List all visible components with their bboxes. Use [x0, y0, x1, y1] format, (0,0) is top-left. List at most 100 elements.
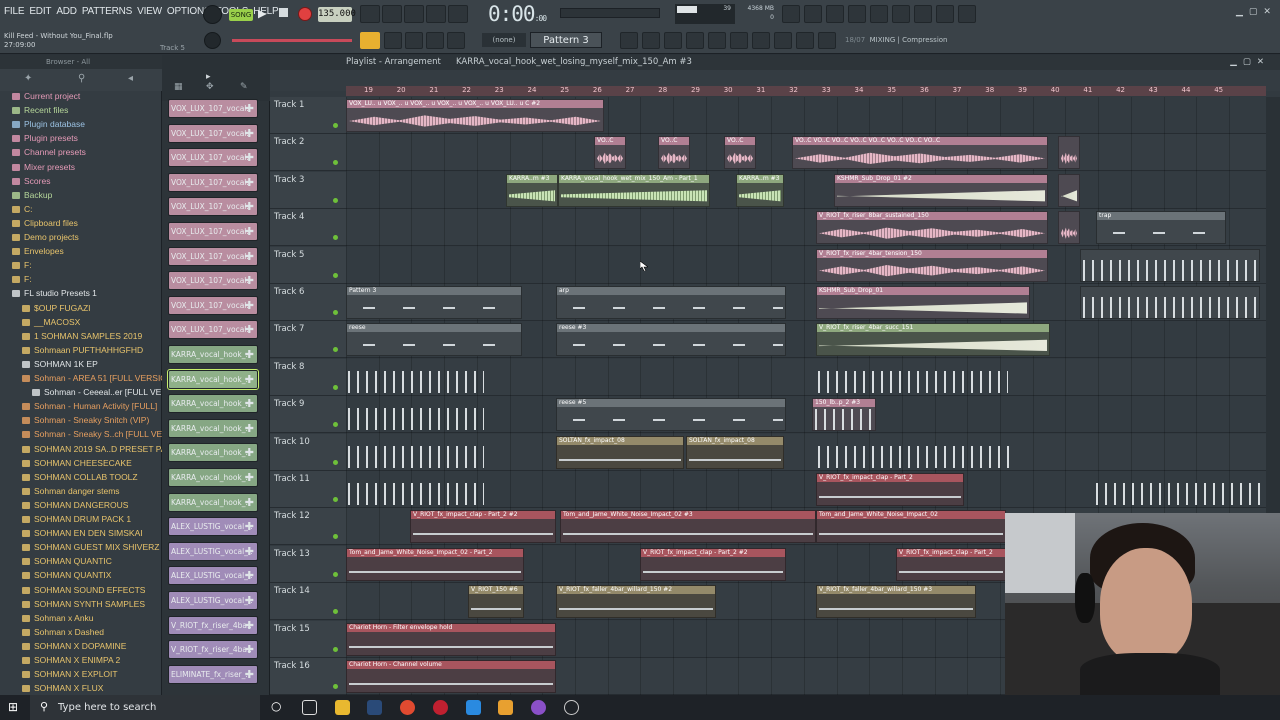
track-mute-led[interactable]: [333, 422, 338, 428]
browser-item[interactable]: Sohman x Anku: [0, 611, 94, 625]
track-header[interactable]: Track 14: [270, 583, 346, 621]
master-volume-knob[interactable]: [204, 32, 221, 49]
stamp-icon[interactable]: [447, 32, 465, 49]
playlist-clip[interactable]: [346, 436, 486, 469]
playlist-clip[interactable]: VO..C: [594, 136, 626, 170]
track-mute-led[interactable]: [333, 123, 338, 128]
browser-item[interactable]: SOHMAN X ENIMPA 2: [0, 653, 120, 667]
track-header[interactable]: Track 5: [270, 246, 346, 284]
browser-item[interactable]: FL studio Presets 1: [0, 286, 97, 300]
playlist-clip[interactable]: Tom_and_Jame_White_Noise_Impact_02 #3: [560, 510, 816, 544]
snap-icon[interactable]: [360, 32, 380, 49]
settings-icon[interactable]: [804, 5, 822, 23]
piano-roll-icon[interactable]: [642, 32, 660, 49]
browser-item[interactable]: Sohman - Sneaky Snitch (VIP): [0, 413, 149, 427]
playlist-clip[interactable]: SOLTAN_fx_impact_08: [556, 435, 684, 469]
channel-button[interactable]: VOX_LUX_107_vocal.. ✚: [168, 295, 258, 315]
track-mute-led[interactable]: [333, 609, 338, 615]
track-mute-led[interactable]: [333, 160, 338, 166]
playlist-clip[interactable]: V_RIOT_fx_impact_clap - Part_2: [896, 547, 1006, 581]
plus-icon[interactable]: ✚: [245, 543, 254, 560]
eraser-icon[interactable]: [796, 32, 814, 49]
browser-item[interactable]: Current project: [0, 89, 80, 103]
playlist-clip[interactable]: [346, 361, 486, 394]
file-explorer-icon[interactable]: [335, 700, 350, 715]
playlist-clip[interactable]: Pattern 3: [346, 286, 522, 319]
track-header[interactable]: Track 3: [270, 171, 346, 209]
channel-button[interactable]: KARRA_vocal_hook_.. ✚: [168, 468, 258, 487]
playlist-clip[interactable]: trap: [1096, 211, 1226, 245]
windows-start-icon[interactable]: ⊞: [8, 700, 18, 714]
playlist-clip[interactable]: [1058, 173, 1080, 207]
track-header[interactable]: Track 9: [270, 396, 346, 434]
battlenet-icon[interactable]: [466, 700, 481, 715]
browser-item[interactable]: Demo projects: [0, 230, 79, 244]
grid-icon[interactable]: ▦: [174, 82, 183, 92]
plus-icon[interactable]: ✚: [245, 592, 254, 609]
playlist-clip[interactable]: reese: [346, 323, 522, 357]
browser-item[interactable]: SOHMAN X FLUX: [0, 681, 103, 695]
channel-button[interactable]: KARRA_vocal_hook_.. ✚: [167, 368, 259, 390]
time-display[interactable]: 0:00:00: [488, 2, 547, 26]
track-mute-led[interactable]: [333, 497, 338, 502]
channel-button[interactable]: VOX_LUX_107_vocal.. ✚: [168, 222, 258, 241]
metronome-icon[interactable]: [360, 5, 380, 23]
browser-item[interactable]: SOHMAN EN DEN SIMSKAI: [0, 526, 143, 540]
browser-item[interactable]: SOHMAN 2019 SA..D PRESET PACK: [0, 442, 162, 456]
channel-button[interactable]: VOX_LUX_107_vocal.. ✚: [168, 197, 258, 217]
playlist-clip[interactable]: [346, 398, 486, 431]
browser-item[interactable]: C:: [0, 202, 33, 216]
browser-item[interactable]: SOHMAN GUEST MIX SHIVERZ: [0, 540, 159, 554]
track-mute-led[interactable]: [333, 197, 338, 203]
channel-button[interactable]: ALEX_LUSTIG_vocal_.. ✚: [168, 591, 258, 610]
save-icon[interactable]: [892, 5, 910, 23]
browser-item[interactable]: Channel presets: [0, 145, 86, 159]
menu-item-add[interactable]: ADD: [56, 6, 77, 17]
plus-icon[interactable]: ✚: [245, 617, 254, 634]
pencil-icon[interactable]: ✎: [240, 82, 248, 92]
channel-button[interactable]: VOX_LUX_107_vocal.. ✚: [168, 320, 258, 340]
playlist-clip[interactable]: [1058, 136, 1080, 170]
playlist-clip[interactable]: SOLTAN_fx_impact_08: [686, 435, 784, 469]
track-header[interactable]: Track 12: [270, 508, 346, 546]
track-header[interactable]: Track 10: [270, 433, 346, 471]
browser-icon[interactable]: [708, 32, 726, 49]
playlist-clip[interactable]: KSHMR_Sub_Drop_01 #2: [834, 173, 1048, 207]
plus-icon[interactable]: ✚: [245, 371, 254, 388]
help-icon[interactable]: [870, 5, 888, 23]
discord-icon[interactable]: [531, 700, 546, 715]
browser-item[interactable]: Backup: [0, 188, 52, 202]
track-header[interactable]: Track 7: [270, 321, 346, 359]
cortana-icon[interactable]: ○: [271, 699, 281, 713]
playlist-clip[interactable]: KSHMR_Sub_Drop_01: [816, 286, 1030, 319]
obs-icon[interactable]: [564, 700, 579, 715]
steam-icon[interactable]: [367, 700, 382, 715]
playlist-clip[interactable]: reese #5: [556, 398, 786, 432]
browser-item[interactable]: SOHMAN COLLAB TOOLZ: [0, 470, 138, 484]
channel-button[interactable]: KARRA_vocal_hook_.. ✚: [168, 492, 258, 512]
playlist-clip[interactable]: V_RIOT_fx_riser_8bar_sustained_150: [816, 211, 1048, 245]
track-mute-led[interactable]: [333, 310, 338, 315]
menu-item-patterns[interactable]: PATTERNS: [82, 6, 132, 17]
browser-item[interactable]: Plugin presets: [0, 131, 78, 145]
playlist-clip[interactable]: V_RIOT_fx_riser_4bar_tension_150: [816, 248, 1048, 282]
search-icon[interactable]: ⚲: [78, 73, 85, 84]
chrome-icon[interactable]: [400, 700, 415, 715]
plus-icon[interactable]: ✚: [245, 469, 254, 486]
playlist-clip[interactable]: V_RIOT_fx_faller_4bar_willard_150 #2: [556, 585, 716, 619]
track-header[interactable]: Track 1: [270, 97, 346, 134]
browser-item[interactable]: Sohmaan PUFTHAHHGFHD: [0, 343, 143, 357]
channel-button[interactable]: ALEX_LUSTIG_vocal_.. ✚: [168, 517, 258, 537]
window-controls[interactable]: ▁▢✕: [1236, 7, 1277, 17]
browser-item[interactable]: SOHMAN CHEESECAKE: [0, 456, 132, 470]
microphone-icon[interactable]: [826, 5, 844, 23]
track-header[interactable]: Track 13: [270, 545, 346, 583]
plus-icon[interactable]: ✚: [245, 346, 254, 363]
channel-button[interactable]: KARRA_vocal_hook_.. ✚: [168, 345, 258, 364]
track-header[interactable]: Track 2: [270, 134, 346, 172]
browser-item[interactable]: Mixer presets: [0, 160, 75, 174]
channel-button[interactable]: VOX_LUX_107_vocal.. ✚: [168, 99, 258, 118]
browser-item[interactable]: SOHMAN DRUM PACK 1: [0, 512, 131, 526]
browser-item[interactable]: 1 SOHMAN SAMPLES 2019: [0, 329, 142, 343]
plus-icon[interactable]: ✚: [245, 223, 254, 240]
